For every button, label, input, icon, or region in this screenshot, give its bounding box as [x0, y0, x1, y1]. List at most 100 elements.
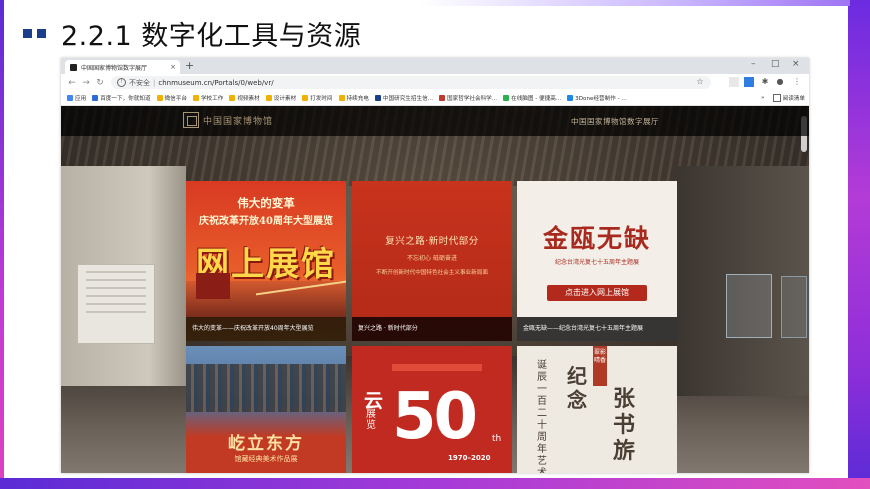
bookmark-mindmap[interactable]: 在线脑图 - 便捷高...	[503, 94, 561, 102]
reading-list-button[interactable]: 阅读清单	[783, 94, 805, 102]
profile-avatar-icon[interactable]: ●	[775, 77, 785, 87]
museum-favicon-icon	[70, 63, 77, 71]
wall-text-panel	[77, 264, 155, 344]
slide-title-text: 2.2.1 数字化工具与资源	[61, 20, 362, 52]
poster-years: 1970–2020	[448, 454, 491, 462]
info-icon[interactable]: !	[117, 78, 126, 87]
poster-badge: 翠影晴香	[593, 346, 607, 386]
bookmark-baidu[interactable]: 百度一下，你就知道	[92, 94, 151, 102]
minimize-icon[interactable]: –	[751, 59, 756, 69]
poster-title: 复兴之路·新时代部分	[385, 236, 479, 247]
url-text[interactable]: chnmuseum.cn/Portals/0/web/vr/	[158, 79, 273, 87]
poster-headline: 屹立东方	[228, 434, 304, 454]
poster-subtitle: 馆藏经典美术作品展	[234, 455, 298, 463]
reload-icon[interactable]: ↻	[93, 78, 107, 88]
card-caption: 伟大的变革——庆祝改革开放40周年大型展览	[186, 317, 346, 341]
grad-cap-icon	[374, 95, 381, 101]
security-label: 不安全	[129, 78, 150, 87]
bookmark-label: 中国研究生招生信...	[382, 96, 433, 102]
bookmark-apps[interactable]: 应用	[67, 94, 86, 102]
window-close-icon[interactable]: ×	[792, 59, 800, 69]
bookmark-folder-learning[interactable]: 持续充电	[338, 94, 369, 102]
bookmark-folder-leisure[interactable]: 打发时间	[302, 94, 333, 102]
baidu-icon	[92, 95, 99, 101]
bookmark-folder-school[interactable]: 学校工作	[192, 94, 224, 102]
poster-slogan: 不断开创新时代中国特色社会主义事业新局面	[376, 270, 488, 276]
exhibition-card-east[interactable]: 屹立东方 馆藏经典美术作品展	[186, 346, 346, 473]
poster-vertical-name: 张书旂	[613, 386, 636, 464]
poster-exhibition-label: 展览	[366, 409, 376, 431]
forward-icon[interactable]: →	[79, 78, 93, 88]
bookmark-label: 在线脑图 - 便捷高...	[511, 96, 562, 102]
poster-header-strip	[392, 364, 482, 371]
enter-online-hall-button[interactable]: 点击进入网上展馆	[547, 285, 647, 301]
folder-icon	[338, 95, 345, 101]
exhibition-card-revival[interactable]: 复兴之路·新时代部分 不忘初心 砥砺奋进 不断开创新时代中国特色社会主义事业新局…	[352, 181, 512, 341]
extensions-puzzle-icon[interactable]: ✱	[760, 77, 770, 87]
browser-tab[interactable]: 中国国家博物馆数字展厅 ×	[65, 60, 180, 74]
folder-icon	[229, 95, 236, 101]
menu-kebab-icon[interactable]: ⋮	[792, 77, 802, 87]
slide-bottom-border	[0, 478, 870, 489]
poster-subtitle: 纪念台湾光复七十五周年主题展	[554, 259, 639, 266]
address-bar[interactable]: ! 不安全 | chnmuseum.cn/Portals/0/web/vr/	[111, 76, 711, 89]
address-separator: |	[153, 78, 156, 87]
site-icon	[567, 95, 574, 101]
site-icon	[439, 95, 445, 101]
bookmark-label: 国家哲学社会科学...	[447, 96, 498, 102]
exhibition-card-reform[interactable]: 伟大的变革 庆祝改革开放40周年大型展览 网上展馆 伟大的变革——庆祝改革开放4…	[186, 181, 346, 341]
poster-ordinal-suffix: th	[492, 434, 502, 444]
bookmarks-right: » 阅读清单	[761, 94, 805, 102]
poster-headline: 金瓯无缺	[542, 224, 651, 253]
vr-museum-viewport[interactable]: 中国国家博物馆 中国国家博物馆数字展厅 伟大的变革 庆祝改革开放40周年大型展览…	[61, 106, 809, 473]
bookmark-label: 应用	[75, 96, 87, 102]
back-icon[interactable]: ←	[65, 78, 79, 88]
card-caption: 复兴之路 · 新时代部分	[352, 317, 512, 341]
poster-vertical-text: 诞辰一百二十周年艺术	[537, 360, 547, 473]
browser-toolbar: ← → ↻ ! 不安全 | chnmuseum.cn/Portals/0/web…	[61, 74, 809, 91]
slide-top-accent	[420, 0, 850, 6]
poster-painting	[186, 364, 346, 412]
folder-icon	[302, 95, 309, 101]
bookmark-label: 学校工作	[200, 96, 224, 102]
extension-1-icon[interactable]	[729, 77, 739, 87]
exhibition-card-jinou[interactable]: 金瓯无缺 纪念台湾光复七十五周年主题展 点击进入网上展馆 金瓯无缺——纪念台湾光…	[517, 181, 677, 341]
reading-list-icon	[772, 94, 781, 102]
bookmark-3done[interactable]: 3Done经营制作 - ...	[567, 94, 627, 102]
museum-emblem-icon	[183, 112, 199, 128]
poster-subtitle: 不忘初心 砥砺奋进	[407, 255, 457, 262]
bookmark-label: 微信平台	[164, 96, 187, 102]
bookmark-label: 视频素材	[237, 96, 260, 102]
poster-anniversary-number: 50	[392, 380, 478, 454]
bookmarks-bar: 应用 百度一下，你就知道 微信平台 学校工作 视频素材 设计素材 打发时间 持续…	[61, 91, 809, 106]
tab-close-icon[interactable]: ×	[170, 63, 176, 71]
tab-bar: 中国国家博物馆数字展厅 × + – □ ×	[61, 58, 809, 74]
exhibition-card-calligraphy[interactable]: 诞辰一百二十周年艺术 纪念 张书旂 翠影晴香	[517, 346, 677, 473]
bookmark-star-icon[interactable]: ☆	[695, 77, 705, 87]
new-tab-button[interactable]: +	[185, 59, 194, 72]
bookmark-label: 百度一下，你就知道	[100, 96, 151, 102]
bookmark-grad-admission[interactable]: 中国研究生招生信...	[374, 94, 433, 102]
bookmark-social-science[interactable]: 国家哲学社会科学...	[439, 94, 497, 102]
bookmark-folder-video[interactable]: 视频素材	[229, 94, 260, 102]
site-header: 中国国家博物馆 中国国家博物馆数字展厅	[61, 106, 809, 136]
slide-left-border	[0, 0, 4, 489]
bookmarks-more-icon[interactable]: »	[761, 95, 764, 101]
museum-logo[interactable]: 中国国家博物馆	[183, 112, 273, 128]
bookmark-folder-wechat[interactable]: 微信平台	[156, 94, 187, 102]
folder-icon	[192, 95, 199, 101]
browser-window: 中国国家博物馆数字展厅 × + – □ × ← → ↻ ! 不安全 | chnm…	[61, 58, 809, 473]
bookmark-folder-design[interactable]: 设计素材	[265, 94, 296, 102]
poster-subtitle: 庆祝改革开放40周年大型展览	[199, 216, 333, 227]
slide-title: 2.2.1 数字化工具与资源	[23, 12, 361, 54]
maximize-icon[interactable]: □	[771, 59, 780, 69]
display-case	[726, 274, 772, 338]
bookmark-label: 打发时间	[310, 96, 333, 102]
extension-2-icon[interactable]	[744, 77, 754, 87]
title-bullet-icon	[23, 28, 32, 38]
exhibition-card-50th[interactable]: 云 展览 50 th 1970–2020	[352, 346, 512, 473]
apps-grid-icon	[67, 95, 73, 101]
poster-gate-illustration	[196, 273, 230, 299]
folder-icon	[265, 95, 272, 101]
logo-text: 中国国家博物馆	[203, 116, 274, 127]
